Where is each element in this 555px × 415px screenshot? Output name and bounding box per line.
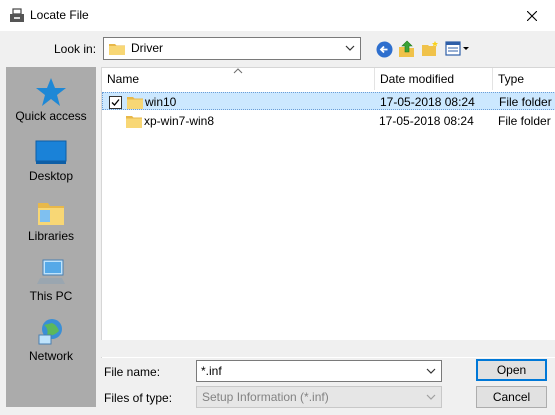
back-button[interactable] bbox=[374, 39, 394, 59]
file-name: win10 bbox=[145, 95, 177, 109]
chevron-down-icon[interactable] bbox=[425, 365, 437, 377]
place-libraries[interactable]: Libraries bbox=[6, 189, 96, 249]
file-type: File folder bbox=[498, 114, 551, 128]
locate-file-dialog: Locate File Look in: Driver Quick access… bbox=[0, 0, 555, 415]
file-name-input[interactable] bbox=[201, 363, 421, 379]
checkmark-icon bbox=[111, 99, 120, 106]
place-desktop[interactable]: Desktop bbox=[6, 129, 96, 189]
up-folder-button[interactable] bbox=[397, 39, 417, 59]
place-quick-access[interactable]: Quick access bbox=[6, 69, 96, 129]
file-name: xp-win7-win8 bbox=[144, 114, 215, 128]
up-folder-icon bbox=[399, 40, 414, 57]
places-bar: Quick access Desktop Libraries This PC N… bbox=[6, 67, 96, 407]
new-folder-button[interactable] bbox=[420, 39, 440, 59]
look-in-combo[interactable]: Driver bbox=[103, 37, 361, 60]
chevron-down-icon bbox=[345, 45, 355, 51]
look-in-value: Driver bbox=[131, 41, 163, 55]
sort-ascending-icon bbox=[233, 68, 243, 74]
file-type: File folder bbox=[499, 95, 552, 109]
window-title: Locate File bbox=[30, 8, 89, 22]
close-button[interactable] bbox=[509, 0, 555, 31]
place-label: This PC bbox=[29, 289, 73, 303]
open-button[interactable]: Open bbox=[476, 359, 547, 381]
folder-icon bbox=[109, 44, 125, 55]
new-folder-icon bbox=[422, 41, 438, 56]
view-menu-button[interactable] bbox=[444, 39, 472, 59]
look-in-label: Look in: bbox=[54, 42, 97, 56]
cancel-button[interactable]: Cancel bbox=[476, 386, 547, 408]
app-icon bbox=[10, 8, 24, 22]
file-list[interactable]: Name Date modified Type win10 17-05-2018… bbox=[101, 67, 555, 358]
network-icon bbox=[38, 319, 62, 345]
place-this-pc[interactable]: This PC bbox=[6, 249, 96, 309]
computer-icon bbox=[37, 259, 65, 284]
title-bar: Locate File bbox=[0, 0, 555, 31]
column-header-type[interactable]: Type bbox=[493, 68, 555, 90]
file-date: 17-05-2018 08:24 bbox=[379, 114, 474, 128]
file-name-combo[interactable] bbox=[196, 360, 442, 382]
place-label: Quick access bbox=[15, 109, 87, 123]
desktop-icon bbox=[35, 140, 67, 164]
place-label: Libraries bbox=[27, 229, 75, 243]
back-arrow-icon bbox=[376, 41, 392, 57]
chevron-down-icon bbox=[426, 394, 436, 400]
file-name-label: File name: bbox=[104, 365, 161, 379]
files-of-type-label: Files of type: bbox=[104, 391, 173, 405]
libraries-icon bbox=[38, 203, 64, 225]
folder-icon bbox=[126, 116, 142, 128]
row-checkbox[interactable] bbox=[109, 96, 122, 109]
files-of-type-combo[interactable]: Setup Information (*.inf) bbox=[196, 386, 442, 408]
star-icon bbox=[36, 78, 66, 106]
file-date: 17-05-2018 08:24 bbox=[380, 95, 475, 109]
file-row-xp-win7-win8[interactable]: xp-win7-win8 17-05-2018 08:24 File folde… bbox=[102, 112, 555, 130]
folder-icon bbox=[127, 97, 143, 109]
close-icon bbox=[527, 10, 537, 21]
file-row-win10[interactable]: win10 17-05-2018 08:24 File folder bbox=[102, 92, 555, 110]
files-of-type-value: Setup Information (*.inf) bbox=[202, 390, 329, 404]
place-label: Network bbox=[28, 349, 73, 363]
horizontal-scrollbar[interactable] bbox=[101, 340, 555, 357]
place-network[interactable]: Network bbox=[6, 309, 96, 369]
place-label: Desktop bbox=[28, 169, 74, 183]
column-header-date-modified[interactable]: Date modified bbox=[375, 68, 493, 90]
view-menu-icon bbox=[445, 41, 469, 56]
